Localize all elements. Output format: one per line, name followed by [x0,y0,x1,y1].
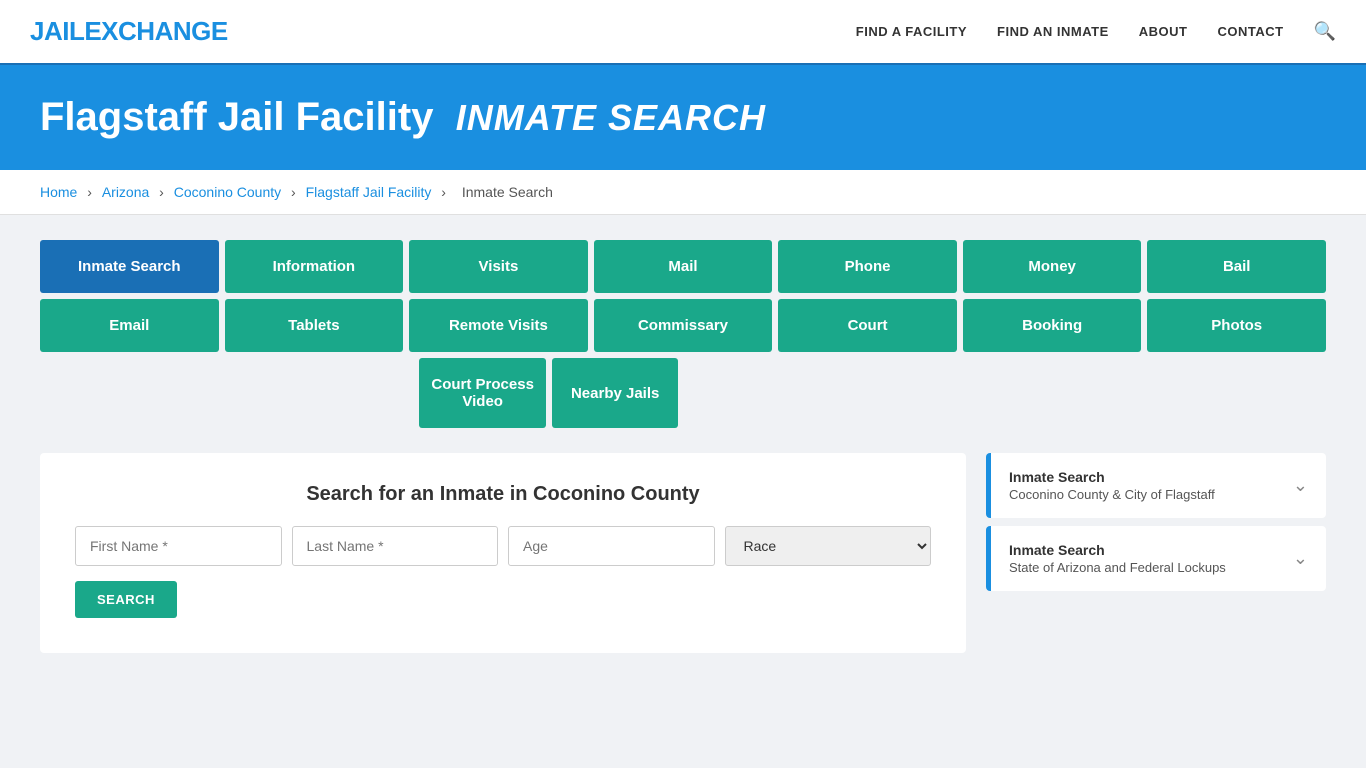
site-logo[interactable]: JAILEXCHANGE [30,16,228,47]
nav-find-facility[interactable]: FIND A FACILITY [856,24,967,39]
tab-booking[interactable]: Booking [963,299,1142,352]
site-header: JAILEXCHANGE FIND A FACILITY FIND AN INM… [0,0,1366,65]
search-button[interactable]: SEARCH [75,581,177,618]
logo-part1: JAIL [30,16,84,46]
sidebar: Inmate Search Coconino County & City of … [986,453,1326,653]
inmate-search-box: Search for an Inmate in Coconino County … [40,453,966,653]
tab-commissary[interactable]: Commissary [594,299,773,352]
last-name-input[interactable] [292,526,499,566]
chevron-down-icon: ⌄ [1293,475,1308,496]
hero-title-main: Flagstaff Jail Facility [40,95,433,139]
sidebar-card-arizona-title: Inmate Search [1009,542,1226,558]
sidebar-card-coconino-sub: Coconino County & City of Flagstaff [1009,487,1215,502]
tab-inmate-search[interactable]: Inmate Search [40,240,219,293]
race-select[interactable]: Race White Black Hispanic Asian Other [725,526,932,566]
tab-tablets[interactable]: Tablets [225,299,404,352]
breadcrumb-arizona[interactable]: Arizona [102,184,149,200]
main-content: Inmate Search Information Visits Mail Ph… [0,215,1366,678]
hero-banner: Flagstaff Jail Facility INMATE SEARCH [0,65,1366,170]
tab-nearby-jails[interactable]: Nearby Jails [552,358,679,428]
breadcrumb-current: Inmate Search [462,184,553,200]
sidebar-card-arizona: Inmate Search State of Arizona and Feder… [986,526,1326,591]
tab-money[interactable]: Money [963,240,1142,293]
chevron-down-icon-2: ⌄ [1293,548,1308,569]
breadcrumb-sep-1: › [87,184,96,200]
tab-row-1: Inmate Search Information Visits Mail Ph… [40,240,1326,293]
tab-bail[interactable]: Bail [1147,240,1326,293]
nav-find-inmate[interactable]: FIND AN INMATE [997,24,1109,39]
first-name-input[interactable] [75,526,282,566]
tab-court[interactable]: Court [778,299,957,352]
breadcrumb-sep-3: › [291,184,300,200]
sidebar-card-arizona-sub: State of Arizona and Federal Lockups [1009,560,1226,575]
tab-visits[interactable]: Visits [409,240,588,293]
tab-court-process-video[interactable]: Court Process Video [419,358,546,428]
age-input[interactable] [508,526,715,566]
tab-photos[interactable]: Photos [1147,299,1326,352]
nav-contact[interactable]: CONTACT [1217,24,1283,39]
sidebar-card-coconino: Inmate Search Coconino County & City of … [986,453,1326,518]
tab-row-2: Email Tablets Remote Visits Commissary C… [40,299,1326,352]
sidebar-card-coconino-header[interactable]: Inmate Search Coconino County & City of … [991,453,1326,518]
search-fields: Race White Black Hispanic Asian Other [75,526,931,566]
search-title: Search for an Inmate in Coconino County [75,483,931,506]
search-icon[interactable]: 🔍 [1314,21,1336,42]
main-nav: FIND A FACILITY FIND AN INMATE ABOUT CON… [856,21,1336,42]
breadcrumb: Home › Arizona › Coconino County › Flags… [0,170,1366,215]
breadcrumb-county[interactable]: Coconino County [174,184,281,200]
nav-about[interactable]: ABOUT [1139,24,1188,39]
breadcrumb-home[interactable]: Home [40,184,77,200]
content-area: Search for an Inmate in Coconino County … [40,453,1326,653]
breadcrumb-sep-4: › [441,184,450,200]
sidebar-card-coconino-text: Inmate Search Coconino County & City of … [1009,469,1215,502]
sidebar-card-arizona-header[interactable]: Inmate Search State of Arizona and Feder… [991,526,1326,591]
page-heading: Flagstaff Jail Facility INMATE SEARCH [40,95,1326,140]
tab-phone[interactable]: Phone [778,240,957,293]
tab-row-3: Court Process Video Nearby Jails [40,358,1326,428]
sidebar-card-arizona-text: Inmate Search State of Arizona and Feder… [1009,542,1226,575]
hero-title-em: INMATE SEARCH [456,97,766,138]
breadcrumb-sep-2: › [159,184,168,200]
sidebar-card-coconino-title: Inmate Search [1009,469,1215,485]
logo-part2: EXCHANGE [84,16,227,46]
tab-mail[interactable]: Mail [594,240,773,293]
tab-remote-visits[interactable]: Remote Visits [409,299,588,352]
tab-email[interactable]: Email [40,299,219,352]
tab-information[interactable]: Information [225,240,404,293]
breadcrumb-facility[interactable]: Flagstaff Jail Facility [306,184,432,200]
